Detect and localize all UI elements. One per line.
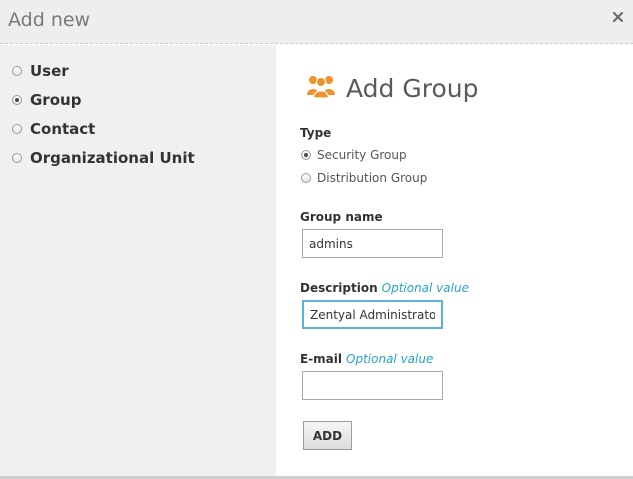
- sidebar-item-group[interactable]: Group: [12, 89, 81, 111]
- description-optional-hint: Optional value: [381, 281, 469, 295]
- group-icon: [306, 73, 336, 103]
- organizational-unit-radio[interactable]: [12, 153, 22, 163]
- sidebar-item-label: User: [30, 62, 69, 80]
- type-option-label: Distribution Group: [317, 171, 428, 185]
- add-group-form: Add Group Type Security Group Distributi…: [276, 45, 633, 476]
- add-button[interactable]: ADD: [303, 421, 352, 450]
- type-label: Type: [300, 126, 332, 140]
- email-input[interactable]: [302, 371, 443, 400]
- sidebar-item-user[interactable]: User: [12, 60, 69, 82]
- type-option-security-group[interactable]: Security Group: [301, 148, 407, 162]
- type-option-distribution-group[interactable]: Distribution Group: [301, 171, 427, 185]
- page-title: Add Group: [346, 73, 479, 103]
- distribution-group-radio[interactable]: [301, 173, 311, 183]
- group-name-label: Group name: [300, 210, 383, 224]
- description-input[interactable]: [302, 300, 443, 329]
- sidebar-item-label: Contact: [30, 120, 96, 138]
- group-radio[interactable]: [12, 95, 22, 105]
- object-type-sidebar: User Group Contact Organizational Unit: [0, 45, 276, 476]
- description-label-row: Description Optional value: [300, 281, 469, 295]
- type-option-label: Security Group: [317, 148, 407, 162]
- user-radio[interactable]: [12, 66, 22, 76]
- close-icon[interactable]: [611, 9, 625, 23]
- form-heading: Add Group: [306, 73, 478, 103]
- group-name-input[interactable]: [302, 229, 443, 258]
- email-label: E-mail: [300, 352, 343, 366]
- sidebar-item-contact[interactable]: Contact: [12, 118, 95, 140]
- dialog-title: Add new: [8, 9, 91, 31]
- sidebar-item-label: Group: [30, 91, 82, 109]
- description-label: Description: [300, 281, 378, 295]
- dialog-titlebar: Add new: [0, 0, 633, 44]
- sidebar-item-organizational-unit[interactable]: Organizational Unit: [12, 147, 195, 169]
- security-group-radio[interactable]: [301, 150, 311, 160]
- add-new-dialog: Add new User Group Contact Organizationa…: [0, 0, 633, 479]
- email-optional-hint: Optional value: [346, 352, 434, 366]
- email-label-row: E-mail Optional value: [300, 352, 433, 366]
- contact-radio[interactable]: [12, 124, 22, 134]
- sidebar-item-label: Organizational Unit: [30, 149, 195, 167]
